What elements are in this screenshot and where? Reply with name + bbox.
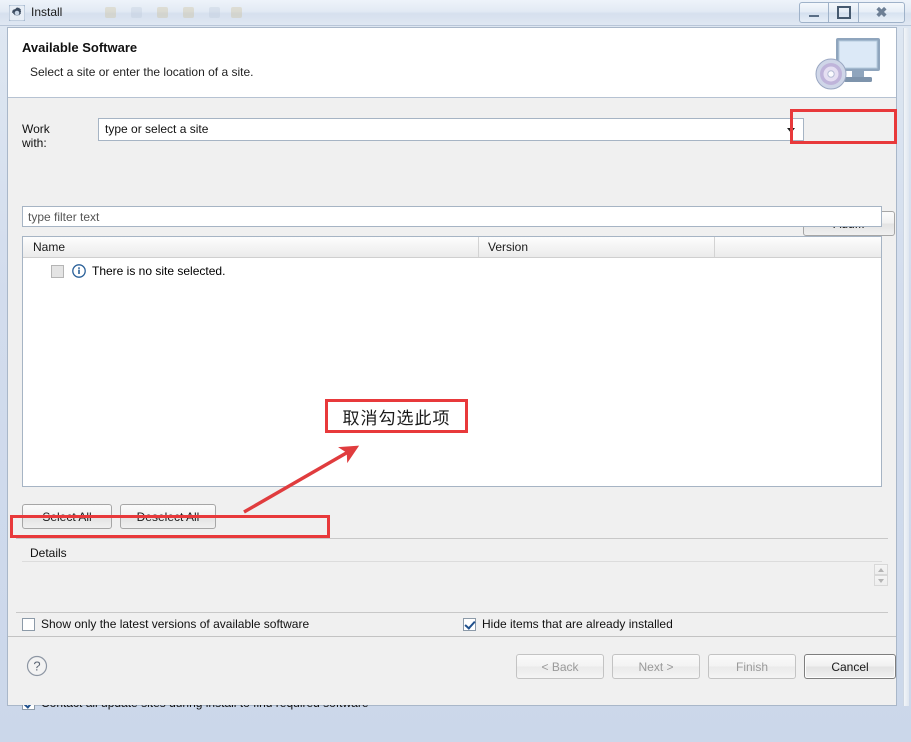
maximize-button[interactable]: [829, 2, 859, 23]
dialog-panel: Available Software Select a site or ente…: [7, 27, 897, 710]
back-button[interactable]: < Back: [516, 654, 604, 679]
hide-already-installed-checkbox[interactable]: [463, 617, 476, 631]
spinner-up-icon[interactable]: [874, 564, 888, 575]
cancel-button[interactable]: Cancel: [804, 654, 896, 679]
show-only-latest-checkbox[interactable]: [22, 617, 35, 631]
info-icon: [72, 264, 86, 278]
row-checkbox[interactable]: [51, 264, 64, 278]
show-only-latest-checkbox-row[interactable]: Show only the latest versions of availab…: [22, 617, 309, 631]
show-only-latest-label: Show only the latest versions of availab…: [41, 617, 310, 631]
monitor-disc-icon: [812, 36, 884, 92]
column-header-name[interactable]: Name: [33, 240, 65, 254]
window-title-bar: Install ✖: [0, 0, 911, 26]
window-title: Install: [31, 5, 63, 19]
details-scroll-spinner[interactable]: [874, 564, 888, 588]
table-row[interactable]: There is no site selected.: [51, 261, 225, 281]
dialog-header: Available Software Select a site or ente…: [8, 28, 896, 98]
dialog-footer: ? < Back Next > Finish Cancel: [8, 636, 896, 705]
spinner-down-icon[interactable]: [874, 575, 888, 586]
work-with-combo[interactable]: type or select a site: [98, 118, 804, 141]
titlebar-ghost-artifacts: [105, 4, 255, 22]
install-dialog-window: Install ✖ Available Software Select a si…: [0, 0, 911, 742]
deselect-all-button[interactable]: Deselect All: [120, 504, 216, 529]
chevron-down-icon[interactable]: [787, 128, 795, 133]
filter-input[interactable]: type filter text: [22, 206, 882, 227]
finish-button[interactable]: Finish: [708, 654, 796, 679]
page-subtitle: Select a site or enter the location of a…: [30, 65, 254, 79]
table-header: Name Version: [23, 237, 881, 258]
install-gear-icon: [8, 4, 26, 22]
select-all-button[interactable]: Select All: [22, 504, 112, 529]
details-label: Details: [30, 546, 67, 560]
work-with-label: Work with:: [22, 122, 50, 150]
available-software-table[interactable]: Name Version There is no site selected.: [22, 236, 882, 487]
window-controls: ✖: [799, 2, 905, 23]
hide-already-installed-row[interactable]: Hide items that are already installed: [463, 617, 673, 631]
svg-text:?: ?: [33, 659, 40, 674]
annotation-callout-text: 取消勾选此项: [342, 408, 451, 429]
hide-already-installed-label: Hide items that are already installed: [482, 617, 673, 631]
close-icon: ✖: [875, 4, 888, 20]
page-title: Available Software: [22, 40, 138, 55]
row-name: There is no site selected.: [92, 264, 226, 278]
window-edge-scrollbar[interactable]: [903, 28, 909, 706]
help-icon[interactable]: ?: [26, 655, 48, 677]
column-header-version[interactable]: Version: [488, 240, 528, 254]
details-box: [22, 561, 882, 611]
close-button[interactable]: ✖: [859, 2, 905, 23]
next-button[interactable]: Next >: [612, 654, 700, 679]
filter-placeholder: type filter text: [28, 210, 100, 224]
work-with-placeholder: type or select a site: [105, 122, 209, 136]
minimize-button[interactable]: [799, 2, 829, 23]
